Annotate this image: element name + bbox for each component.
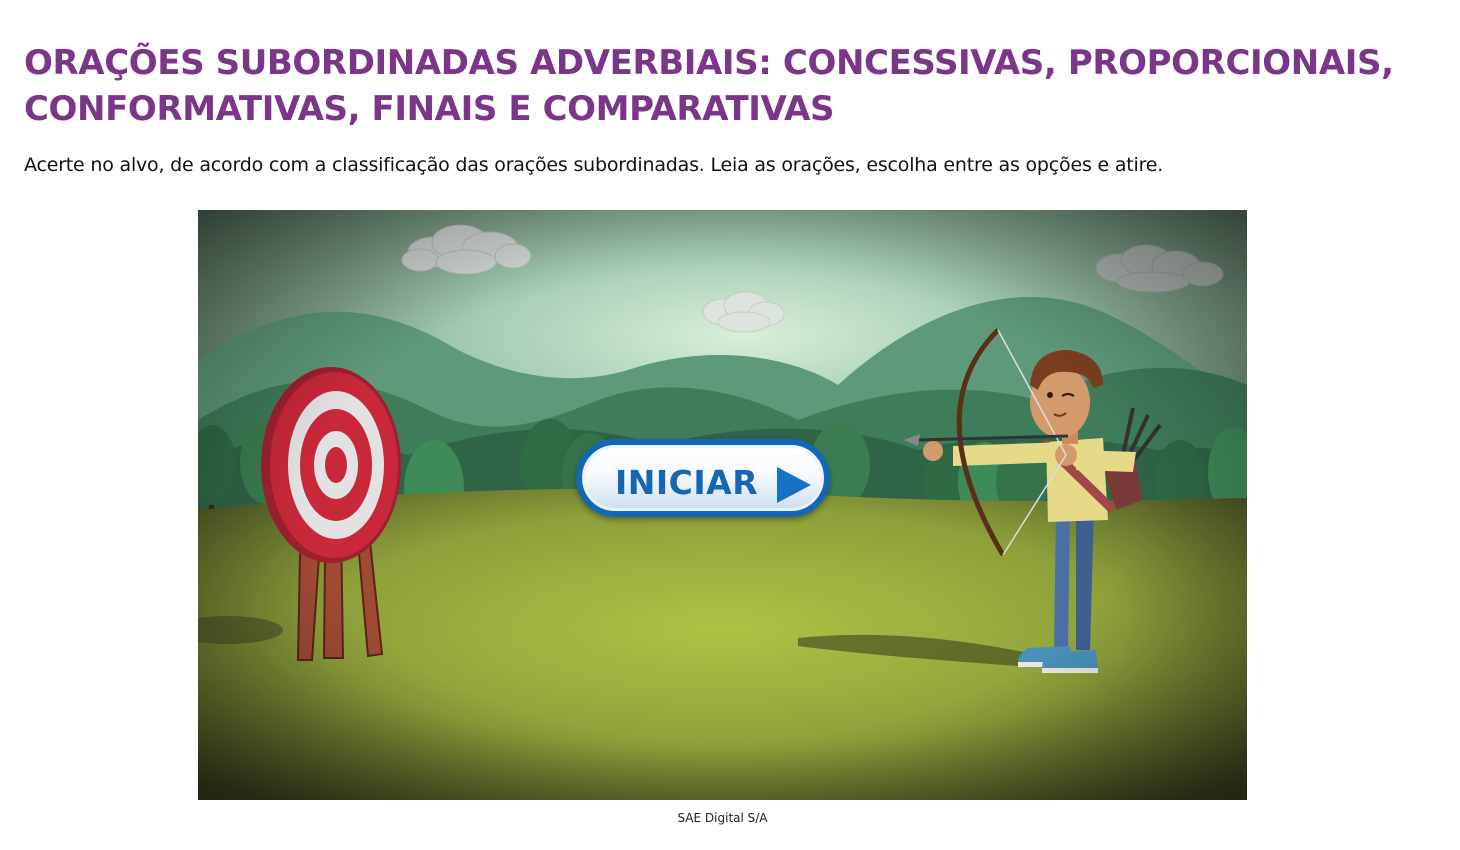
instructions-text: Acerte no alvo, de acordo com a classifi… (24, 154, 1164, 176)
image-credit: SAE Digital S/A (677, 811, 768, 825)
start-button-face: INICIAR (582, 445, 824, 511)
start-button-label: INICIAR (615, 463, 759, 502)
page-title: ORAÇÕES SUBORDINADAS ADVERBIAIS: CONCESS… (24, 43, 1394, 129)
archery-game[interactable]: INICIAR (198, 210, 1247, 800)
play-arrow-icon (777, 467, 811, 503)
start-button[interactable]: INICIAR (576, 439, 830, 517)
